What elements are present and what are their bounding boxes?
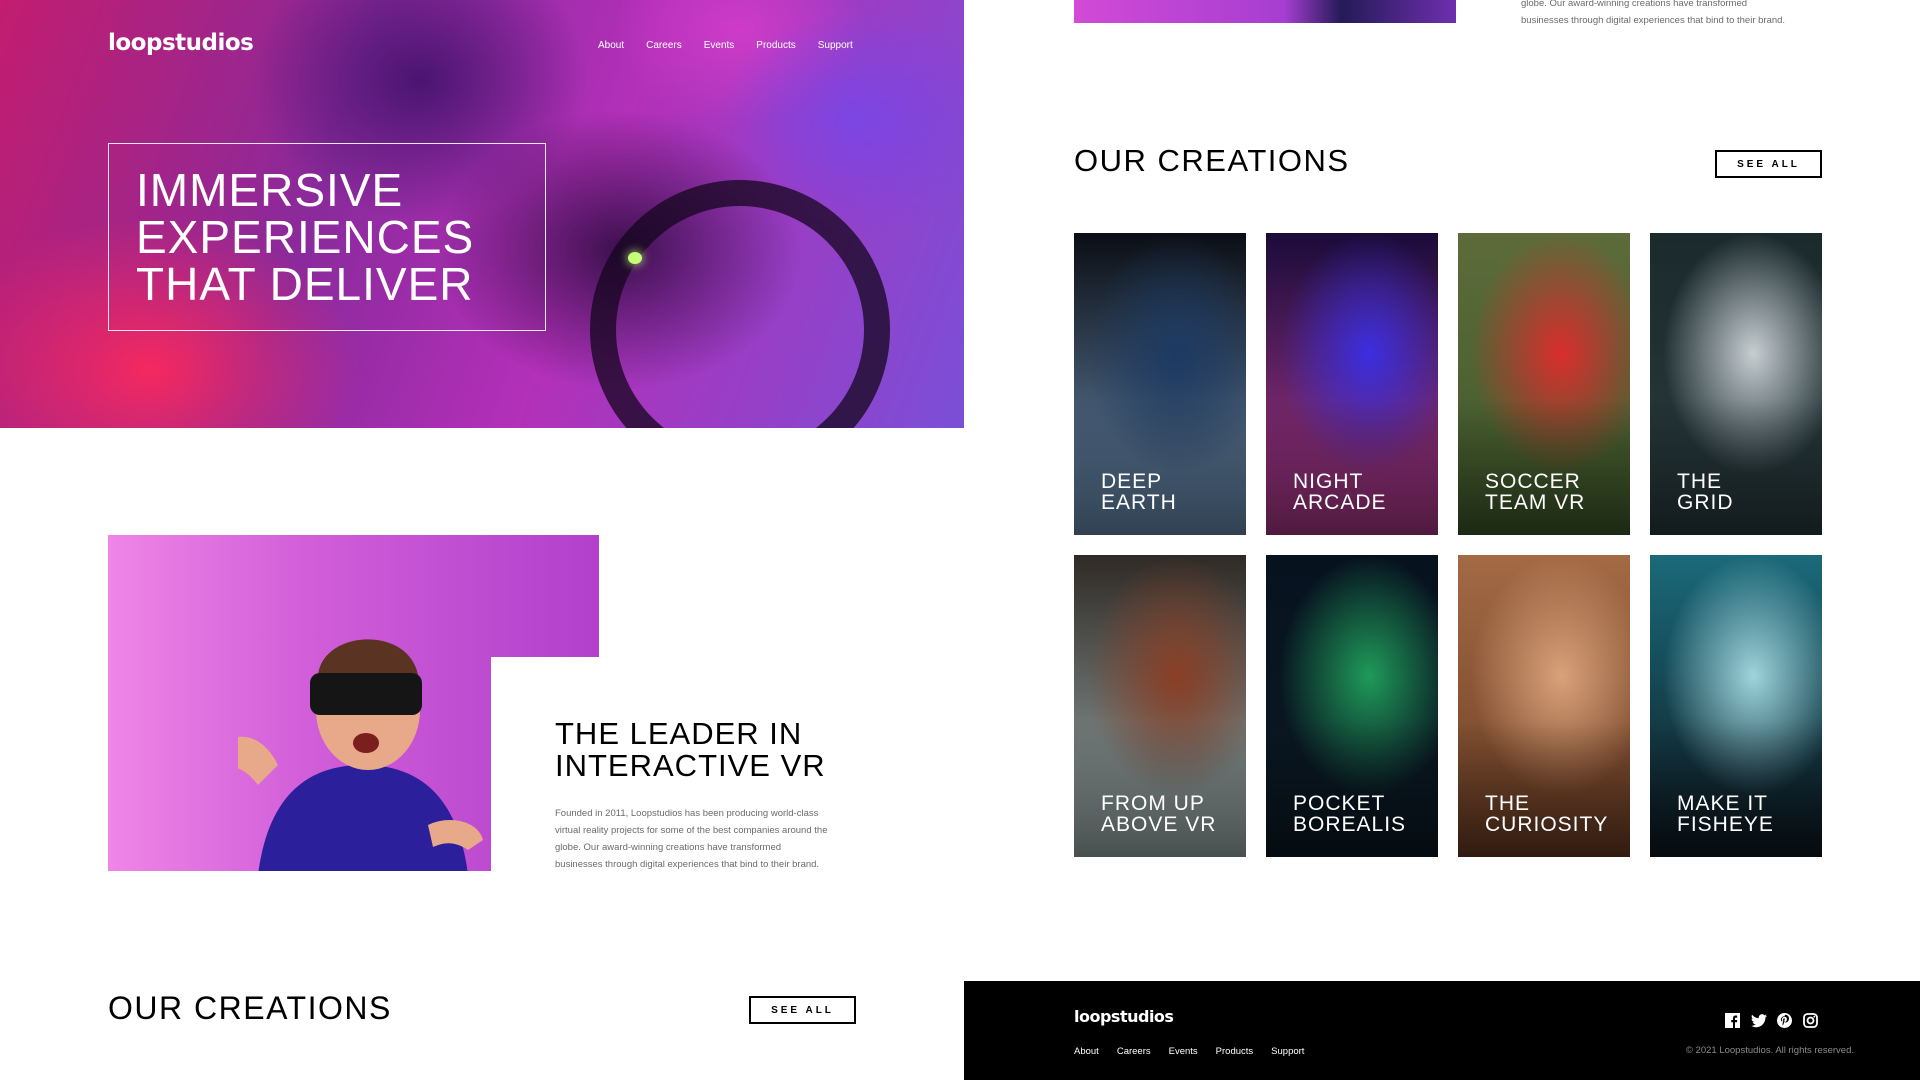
footer-link-careers[interactable]: Careers [1117,1046,1151,1057]
creation-label: DEEP EARTH [1101,470,1177,514]
main-nav: About Careers Events Products Support [598,40,875,51]
leader-title-line: INTERACTIVE VR [555,748,826,783]
pinterest-icon[interactable] [1776,1012,1793,1029]
instagram-icon[interactable] [1802,1012,1819,1029]
leader-title: THE LEADER IN INTERACTIVE VR [555,718,826,782]
creation-card-deep-earth[interactable]: DEEP EARTH [1074,233,1246,535]
copyright: © 2021 Loopstudios. All rights reserved. [1685,1045,1854,1056]
nav-link-products[interactable]: Products [756,40,795,51]
creation-card-soccer-team-vr[interactable]: SOCCER TEAM VR [1458,233,1630,535]
see-all-button[interactable]: SEE ALL [1715,150,1822,178]
creation-card-pocket-borealis[interactable]: POCKET BOREALIS [1266,555,1438,857]
logo[interactable]: loopstudios [108,30,254,56]
twitter-icon[interactable] [1750,1012,1767,1029]
creation-label: SOCCER TEAM VR [1485,470,1586,514]
footer-link-products[interactable]: Products [1216,1046,1254,1057]
creation-label: FROM UP ABOVE VR [1101,792,1217,836]
footer-link-about[interactable]: About [1074,1046,1099,1057]
leader-text-line: businesses through digital experiences t… [555,859,820,870]
nav-link-events[interactable]: Events [704,40,735,51]
hero-headline-line: THAT DELIVER [136,258,474,310]
facebook-icon[interactable] [1724,1012,1741,1029]
leader-text-line: Founded in 2011, Loopstudios has been pr… [555,808,819,819]
light-glow [628,252,642,264]
cropped-text-line: businesses through digital experiences t… [1521,15,1786,26]
creations-title: OUR CREATIONS [108,990,392,1026]
nav-link-about[interactable]: About [598,40,624,51]
hero-headline-box: IMMERSIVE EXPERIENCES THAT DELIVER [108,143,546,331]
hero-section: loopstudios About Careers Events Product… [0,0,964,428]
steering-wheel-image [590,180,890,428]
vr-person-image [108,535,599,871]
leader-text-line: globe. Our award-winning creations have … [555,842,782,853]
footer: loopstudios About Careers Events Product… [964,981,1920,1080]
vr-person-illustration [238,639,483,871]
nav-link-support[interactable]: Support [818,40,853,51]
creation-card-the-curiosity[interactable]: THE CURIOSITY [1458,555,1630,857]
hero-headline-line: IMMERSIVE [136,164,404,216]
creation-label: NIGHT ARCADE [1293,470,1387,514]
leader-text-line: virtual reality projects for some of the… [555,825,828,836]
creation-card-the-grid[interactable]: THE GRID [1650,233,1822,535]
hero-headline-line: EXPERIENCES [136,211,475,263]
creation-label: THE GRID [1677,470,1734,514]
footer-logo[interactable]: loopstudios [1074,1007,1174,1026]
creation-label: MAKE IT FISHEYE [1677,792,1774,836]
creation-card-from-up-above-vr[interactable]: FROM UP ABOVE VR [1074,555,1246,857]
social-links [1724,1012,1819,1029]
cropped-image-strip [1074,0,1456,23]
cropped-description: globe. Our award-winning creations have … [1521,0,1831,29]
creations-title: OUR CREATIONS [1074,143,1350,178]
footer-link-events[interactable]: Events [1169,1046,1198,1057]
see-all-button[interactable]: SEE ALL [749,996,856,1024]
creation-label: POCKET BOREALIS [1293,792,1407,836]
footer-nav: About Careers Events Products Support [1074,1046,1322,1057]
creation-label: THE CURIOSITY [1485,792,1609,836]
nav-link-careers[interactable]: Careers [646,40,682,51]
creation-card-make-it-fisheye[interactable]: MAKE IT FISHEYE [1650,555,1822,857]
leader-title-line: THE LEADER IN [555,716,803,751]
creation-card-night-arcade[interactable]: NIGHT ARCADE [1266,233,1438,535]
footer-link-support[interactable]: Support [1271,1046,1304,1057]
cropped-text-line: globe. Our award-winning creations have … [1521,0,1748,9]
leader-description: Founded in 2011, Loopstudios has been pr… [555,805,860,873]
